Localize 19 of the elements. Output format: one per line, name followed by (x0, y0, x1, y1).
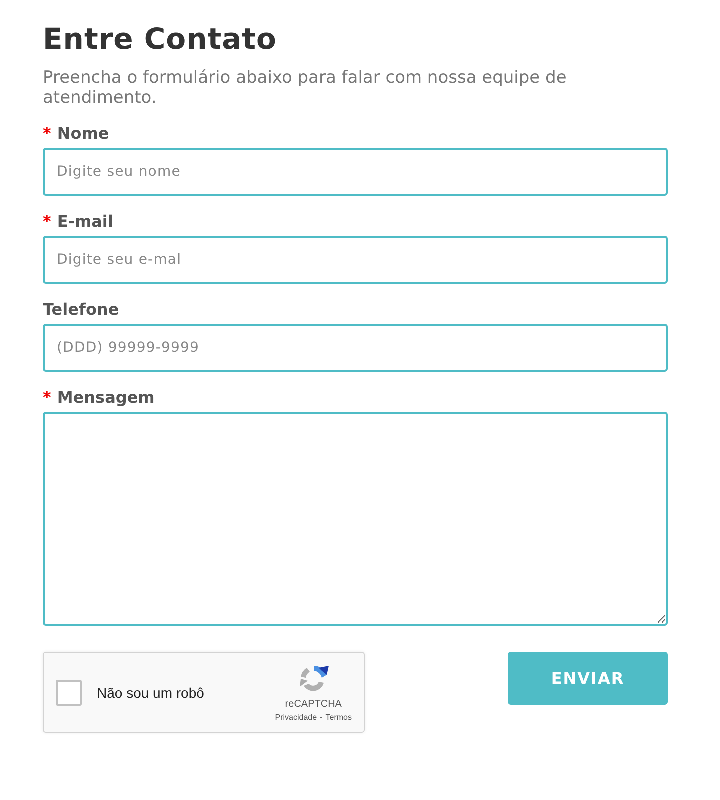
input-field[interactable]: (DDD) 99999-9999 (43, 324, 668, 372)
page-subtitle: Preencha o formulário abaixo para falar com nossa equipe de atendimento. (43, 68, 568, 108)
field-label: Nome (57, 124, 110, 143)
required-mark: * (43, 124, 52, 143)
required-mark: * (43, 388, 52, 407)
required-mark: * (43, 212, 52, 231)
terms-link[interactable]: Termos (326, 713, 352, 722)
captcha-checkbox[interactable] (56, 680, 82, 706)
page-title: Entre Contato (43, 22, 278, 56)
link-separator: - (320, 713, 323, 722)
captcha-label: Não sou um robô (97, 684, 206, 700)
input-field[interactable]: Digite seu e-mal (43, 236, 668, 284)
recaptcha-label: reCAPTCHA (285, 699, 342, 710)
field-label: E-mail (57, 212, 114, 231)
field-label: Telefone (43, 300, 120, 319)
message-field[interactable] (43, 412, 668, 626)
input-field[interactable]: Digite seu nome (43, 148, 668, 196)
field-label: Mensagem (57, 388, 155, 407)
privacy-link[interactable]: Privacidade (275, 713, 318, 722)
